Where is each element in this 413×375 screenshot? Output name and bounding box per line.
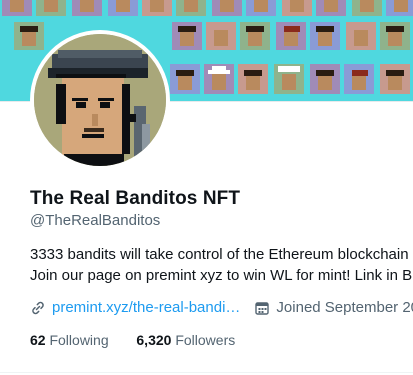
section-divider xyxy=(0,372,413,373)
avatar[interactable] xyxy=(30,30,170,170)
profile-header: The Real Banditos NFT @TheRealBanditos 3… xyxy=(0,0,413,375)
profile-meta: premint.xyz/the-real-bandi… Joined Septe… xyxy=(30,299,413,316)
following-link[interactable]: 62 Following xyxy=(30,332,113,348)
bio-line-2: Join our page on premint xyz to win WL f… xyxy=(30,267,413,284)
following-label: Following xyxy=(49,332,109,348)
following-count: 62 xyxy=(30,332,46,348)
joined-date: Joined September 20 xyxy=(276,299,413,316)
followers-label: Followers xyxy=(175,332,236,348)
link-icon xyxy=(30,300,46,316)
profile-handle: @TheRealBanditos xyxy=(30,212,161,229)
followers-count: 6,320 xyxy=(136,332,172,348)
calendar-icon xyxy=(254,300,270,316)
profile-link[interactable]: premint.xyz/the-real-bandi… xyxy=(52,299,240,316)
display-name: The Real Banditos NFT xyxy=(30,188,241,209)
followers-link[interactable]: 6,320 Followers xyxy=(136,332,235,348)
bio-line-1: 3333 bandits will take control of the Et… xyxy=(30,246,409,263)
profile-bio: 3333 bandits will take control of the Et… xyxy=(30,244,413,286)
avatar-image xyxy=(34,34,166,166)
follow-stats: 62 Following 6,320 Followers xyxy=(30,332,235,348)
avatar-punk-art xyxy=(34,34,166,166)
